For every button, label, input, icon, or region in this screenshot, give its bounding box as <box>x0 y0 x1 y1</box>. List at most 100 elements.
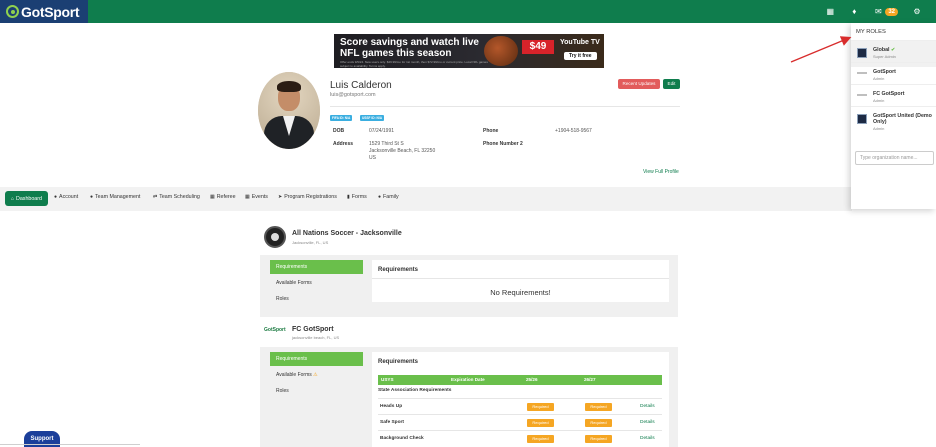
requirements-title: Requirements <box>378 267 419 273</box>
all-nations-soccer-logo <box>264 226 286 248</box>
column-header: 25/26 <box>526 377 538 382</box>
side-tab-available-forms[interactable]: Available Forms ⚠ <box>270 368 363 382</box>
side-tab-roles[interactable]: Roles <box>270 384 363 398</box>
messages-button[interactable]: ✉ 32 <box>873 7 898 16</box>
view-full-profile-link[interactable]: View Full Profile <box>643 169 679 175</box>
brand-name: GotSport <box>21 3 80 20</box>
tab-label: Program Registrations <box>284 194 337 200</box>
profile-email: luis@gotsport.com <box>330 92 376 98</box>
organization-search-input[interactable] <box>855 151 934 165</box>
user-icon: ● <box>54 194 58 200</box>
tab-label: Family <box>383 194 399 200</box>
role-subtitle: Admin <box>873 98 885 103</box>
edit-profile-button[interactable]: Edit <box>663 79 680 89</box>
status-badge: Required <box>585 403 612 411</box>
requirements-title: Requirements <box>378 359 419 365</box>
phone-number-2-label: Phone Number 2 <box>483 141 523 147</box>
status-badge: Required <box>585 419 612 427</box>
check-icon: ✔ <box>890 47 896 53</box>
role-subtitle: Admin <box>873 76 885 81</box>
status-badge: Required <box>585 435 612 443</box>
fc-gotsport-logo: GotSport <box>264 327 286 333</box>
status-badge: Required <box>527 419 554 427</box>
recent-updates-button[interactable]: Recent Updates <box>618 79 660 89</box>
ad-price-tag: $49 <box>522 40 554 54</box>
tab-events[interactable]: ▦ Events <box>245 194 268 200</box>
table-row: Safe Sport Required Required Details <box>378 414 662 430</box>
org-name: FC GotSport <box>292 326 334 333</box>
status-badge: Required <box>527 403 554 411</box>
side-tab-roles[interactable]: Roles <box>270 292 363 306</box>
address-label: Address <box>333 141 354 147</box>
tab-label: Dashboard <box>16 195 42 202</box>
org-requirements-panel: Requirements Available Forms Roles Requi… <box>260 255 678 317</box>
table-row: Background Check Required Required Detai… <box>378 430 662 446</box>
gotsport-logo[interactable]: GotSport <box>0 0 88 23</box>
gear-icon[interactable]: ⚙ <box>912 7 922 16</box>
tab-label: Team Management <box>95 194 141 200</box>
mail-icon: ✉ <box>874 7 882 16</box>
bell-icon[interactable]: ♦ <box>849 7 859 16</box>
tab-team-management[interactable]: ● Team Management <box>90 194 140 200</box>
org-requirements-panel: Requirements Available Forms ⚠ Roles Req… <box>260 347 678 447</box>
header-icons: ▦ ♦ ✉ 32 ⚙ <box>825 0 922 23</box>
tab-dashboard[interactable]: ⌂ Dashboard <box>5 191 48 206</box>
advertisement-banner[interactable]: Score savings and watch live NFL games t… <box>334 34 604 68</box>
tab-team-scheduling[interactable]: ⇄ Team Scheduling <box>153 194 200 200</box>
bottom-scrollbar[interactable] <box>0 444 140 445</box>
file-icon: ▮ <box>347 194 350 200</box>
address-line-1: 1529 Third St S <box>369 141 404 147</box>
main-nav: ⌂ Dashboard ● Account ● Team Management … <box>0 187 852 211</box>
state-association-section: State Association Requirements <box>378 388 452 393</box>
fc-gotsport-org-logo <box>857 94 867 97</box>
side-tab-requirements[interactable]: Requirements <box>270 260 363 274</box>
youtube-tv-logo: YouTube TV <box>560 39 600 46</box>
side-tab-available-forms[interactable]: Available Forms <box>270 276 363 290</box>
ad-fine-print: Offer ends 9/9/24. New users only. $49.9… <box>340 60 488 68</box>
fifa-id-badge: FIFA ID: N/A <box>330 115 353 121</box>
org-name: All Nations Soccer - Jacksonville <box>292 230 402 237</box>
requirement-name: Heads Up <box>380 404 403 409</box>
profile-avatar <box>258 72 320 149</box>
role-name: Global ✔ <box>873 47 896 53</box>
role-name: GotSport <box>873 69 896 75</box>
role-name: GotSport United (Demo Only) <box>873 113 932 125</box>
details-link[interactable]: Details <box>640 404 655 409</box>
grid-icon[interactable]: ▦ <box>825 7 835 16</box>
role-subtitle: Super Admin <box>873 54 896 59</box>
tab-forms[interactable]: ▮ Forms <box>347 194 367 200</box>
tab-label: Team Scheduling <box>159 194 200 200</box>
profile-name: Luis Calderon <box>330 80 392 91</box>
exchange-icon: ⇄ <box>153 194 158 200</box>
football-image <box>484 36 518 66</box>
tab-family[interactable]: ● Family <box>378 194 399 200</box>
ad-headline: Score savings and watch live NFL games t… <box>340 37 479 59</box>
tab-referee[interactable]: ▦ Referee <box>210 194 236 200</box>
side-tab-label: Available Forms <box>276 372 312 378</box>
role-name: FC GotSport <box>873 91 905 97</box>
table-row: Heads Up Required Required Details <box>378 398 662 414</box>
requirements-table-header: USYS Expiration Date 25/26 26/27 <box>378 375 662 385</box>
requirements-card: Requirements USYS Expiration Date 25/26 … <box>372 352 669 447</box>
requirement-name: Safe Sport <box>380 420 404 425</box>
users-icon: ● <box>378 194 382 200</box>
details-link[interactable]: Details <box>640 420 655 425</box>
tab-program-registrations[interactable]: ➤ Program Registrations <box>278 194 337 200</box>
org-location: Jacksonville, FL, US <box>292 240 329 245</box>
gotsport-united-org-logo <box>857 114 867 124</box>
role-item-gotsport-united[interactable]: GotSport United (Demo Only) Admin <box>851 106 936 136</box>
ussf-id-badge: USSF ID: N/A <box>360 115 385 121</box>
column-header: Expiration Date <box>451 377 485 382</box>
notification-count-badge: 32 <box>885 7 898 16</box>
tab-label: Events <box>251 194 268 200</box>
tab-label: Account <box>59 194 79 200</box>
no-requirements-message: No Requirements! <box>490 288 551 297</box>
column-header: USYS <box>381 377 394 382</box>
profile-divider <box>330 106 680 107</box>
column-header: 26/27 <box>584 377 596 382</box>
details-link[interactable]: Details <box>640 436 655 441</box>
ad-try-free-button[interactable]: Try it free <box>564 52 597 60</box>
dob-value: 07/24/1991 <box>369 128 395 134</box>
tab-account[interactable]: ● Account <box>54 194 78 200</box>
side-tab-requirements[interactable]: Requirements <box>270 352 363 366</box>
